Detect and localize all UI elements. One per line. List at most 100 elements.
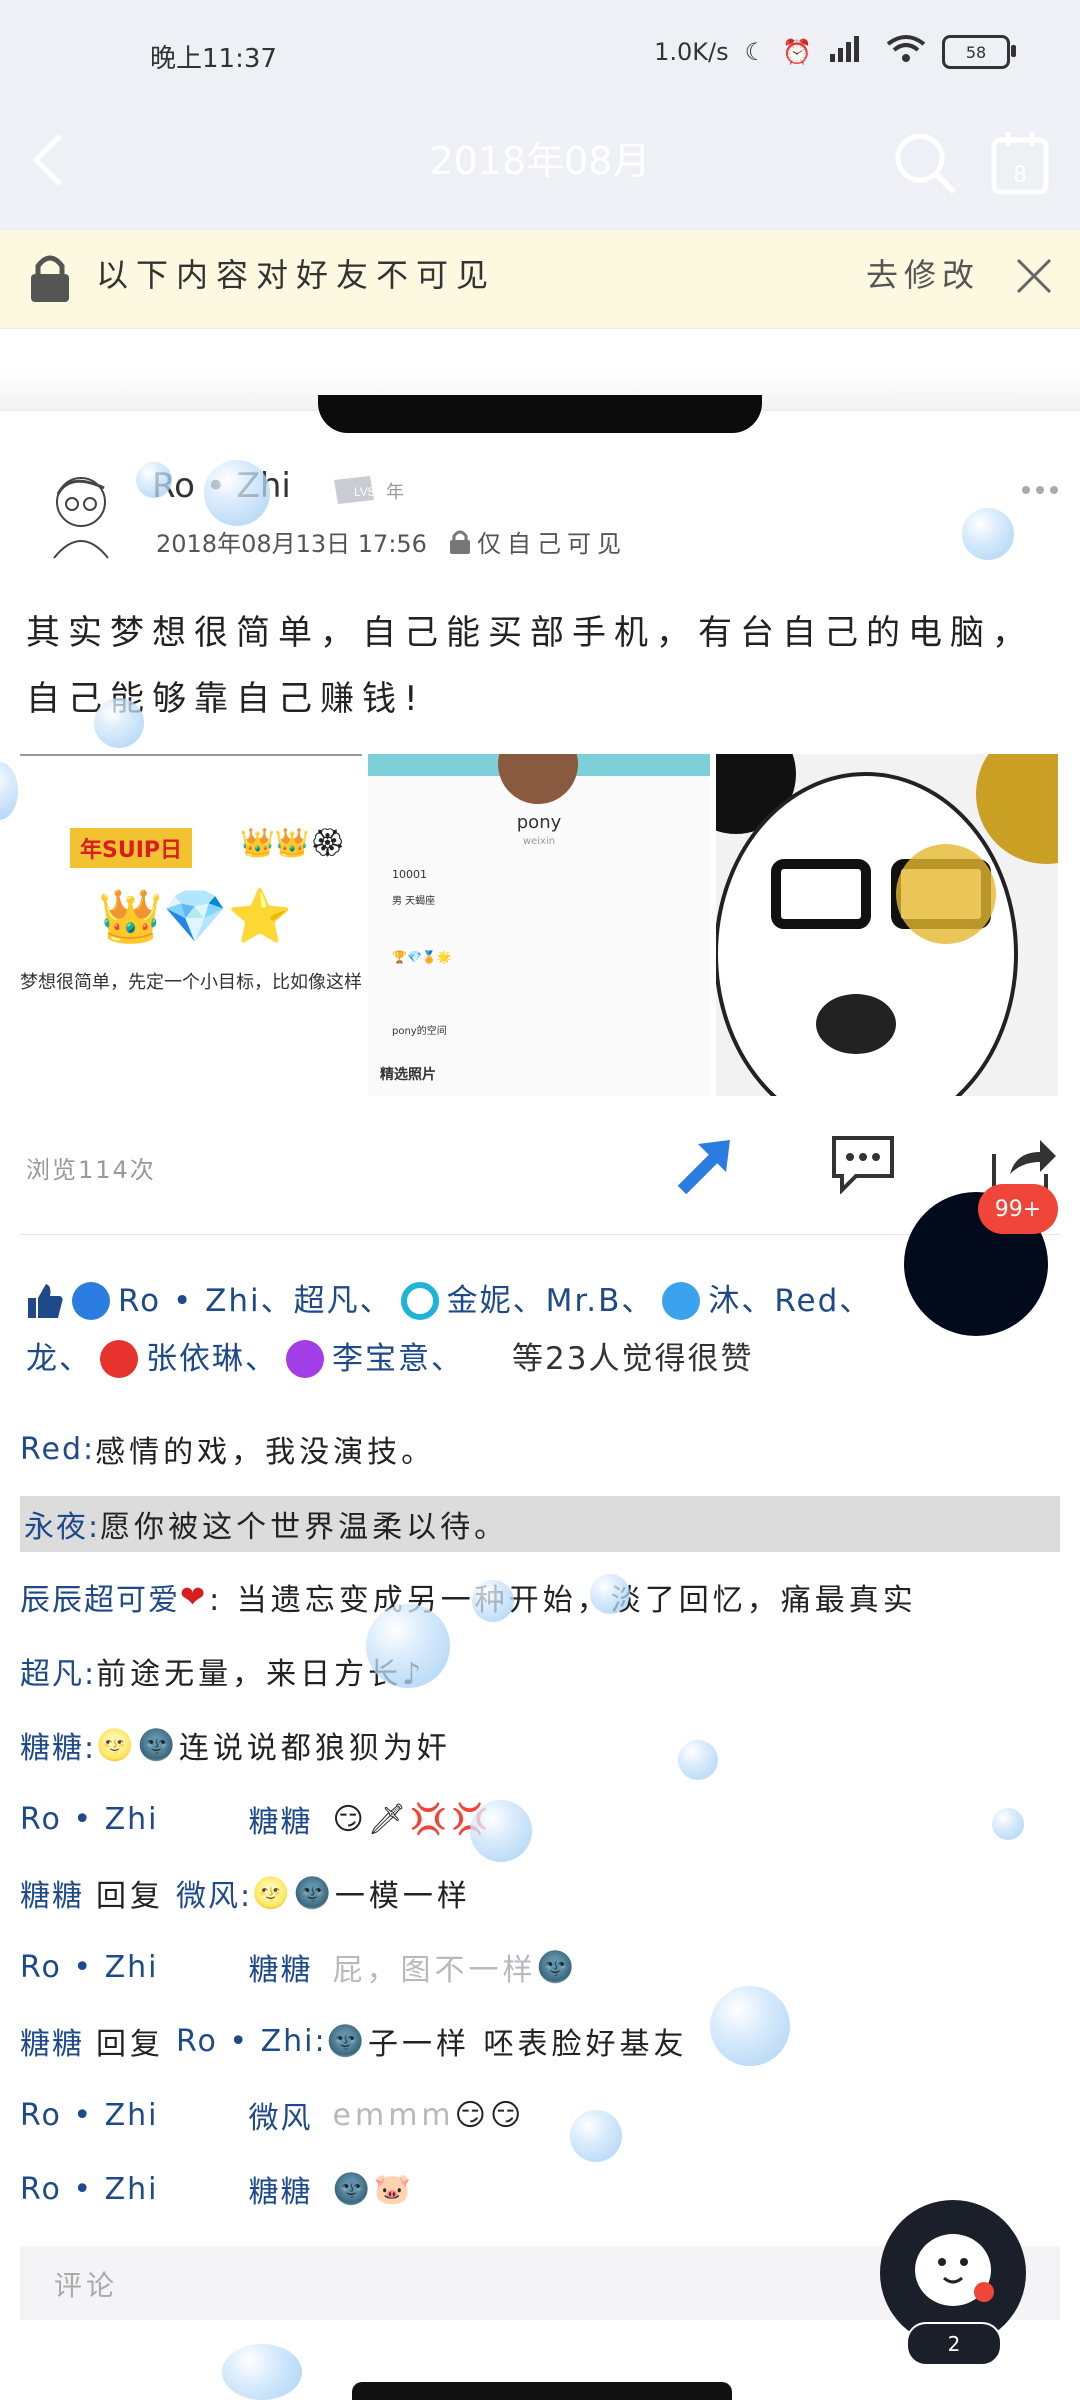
comment-author[interactable]: 超凡: xyxy=(20,1649,96,1693)
net-speed: 1.0K/s xyxy=(654,38,729,66)
phone-bottom-decoration xyxy=(352,2382,732,2400)
reply-label: 回复 xyxy=(96,2027,164,2062)
heart-icon: ❤ xyxy=(180,1579,210,1615)
search-icon[interactable] xyxy=(890,128,960,198)
comment-row[interactable]: Ro • Zhi 糖糖 😏🗡💢💢 xyxy=(20,1782,1060,1856)
profile-sub: weixin xyxy=(522,836,556,847)
level-badge: LV5 年 xyxy=(334,476,404,504)
bubble-decoration xyxy=(470,1800,532,1862)
wifi-icon xyxy=(886,34,926,70)
profile-name: pony xyxy=(516,812,562,833)
battery-level: 58 xyxy=(965,42,987,62)
close-icon[interactable] xyxy=(1012,254,1056,298)
level-suffix: 年 xyxy=(386,482,404,503)
signal-icon xyxy=(828,34,870,70)
comment-author[interactable]: 糖糖 xyxy=(20,1871,84,1915)
liker-names-a[interactable]: Ro • Zhi、超凡、 xyxy=(118,1272,393,1330)
comment-text: 感情的戏，我没演技。 xyxy=(95,1435,436,1470)
bubble-decoration xyxy=(992,1808,1024,1840)
phone-notch-decoration xyxy=(318,395,762,433)
post-image-3[interactable] xyxy=(716,754,1058,1096)
comment-row-highlighted[interactable]: 永夜: 愿你被这个世界温柔以待。 xyxy=(20,1496,1060,1552)
status-time: 晚上11:37 xyxy=(150,44,277,74)
comment-target[interactable]: 微风 xyxy=(249,2093,313,2137)
comment-author[interactable]: Ro • Zhi xyxy=(20,1802,159,1837)
comment-target[interactable]: 糖糖 xyxy=(249,1945,313,1989)
comment-placeholder: 评论 xyxy=(54,2269,119,2302)
comment-row[interactable]: 糖糖: 🌝🌚 连说说都狼狈为奸 xyxy=(20,1708,1060,1782)
emoji-icons: 😏🗡💢💢 xyxy=(332,1801,493,1837)
comment-text: 子一样 呸表脸好基友 xyxy=(368,2027,688,2062)
bubble-decoration xyxy=(222,2344,302,2400)
liker-names-b[interactable]: 金妮、Mr.B、 xyxy=(447,1272,655,1330)
alarm-icon: ⏰ xyxy=(782,38,812,66)
comment-target[interactable]: Ro • Zhi: xyxy=(176,2024,327,2059)
crown-icons: 👑👑🏵 xyxy=(240,826,346,859)
liker-names-c[interactable]: 沐、Red、 xyxy=(708,1272,872,1330)
avatar[interactable] xyxy=(40,468,122,560)
likes-summary: 等23人觉得很赞 xyxy=(512,1341,754,1377)
bubble-decoration xyxy=(94,698,144,748)
comment-author[interactable]: 永夜: xyxy=(24,1502,100,1546)
bubble-decoration xyxy=(0,762,18,820)
comment-target[interactable]: 微风: xyxy=(176,1871,252,1915)
comment-row[interactable]: Ro • Zhi 糖糖 屁，图不一样 🌚 xyxy=(20,1930,1060,2004)
calendar-icon[interactable]: 8 xyxy=(990,128,1050,198)
liker-name-zhang[interactable]: 张依琳、 xyxy=(146,1330,278,1388)
emoji-icons: 😏😏 xyxy=(454,2097,526,2133)
comment-row[interactable]: Ro • Zhi 微风 emmm 😏😏 xyxy=(20,2078,1060,2152)
emoji-icons: 🌚🐷 xyxy=(332,2171,416,2207)
comment-row[interactable]: 糖糖 回复 微风: 🌝🌚 一模一样 xyxy=(20,1856,1060,1930)
comment-text: 屁，图不一样 xyxy=(332,1953,537,1988)
comment-text: emmm xyxy=(332,2097,455,2133)
privacy-label: 仅自己可见 xyxy=(449,524,627,559)
comment-author[interactable]: 辰辰超可爱 xyxy=(20,1575,180,1619)
rocket-avatar-icon xyxy=(662,1282,701,1320)
comment-author[interactable]: 糖糖: xyxy=(20,1723,96,1767)
ring-avatar-icon xyxy=(400,1282,439,1320)
moon-icon: ☾ xyxy=(744,38,767,66)
comment-author[interactable]: Ro • Zhi xyxy=(20,2172,159,2207)
emoji-icons: 🌚 xyxy=(536,1949,578,1985)
image1-caption: 梦想很简单，先定一个小目标，比如像这样 xyxy=(20,972,362,993)
bubble-decoration xyxy=(710,1986,790,2066)
comment-text: 愿你被这个世界温柔以待。 xyxy=(100,1510,509,1545)
comments-list: Red: 感情的戏，我没演技。 永夜: 愿你被这个世界温柔以待。 辰辰超可爱 ❤… xyxy=(20,1412,1060,2226)
comment-row[interactable]: 糖糖 回复 Ro • Zhi: 🌚 子一样 呸表脸好基友 xyxy=(20,2004,1060,2078)
comment-text: 一模一样 xyxy=(334,1879,471,1914)
comment-row[interactable]: 超凡: 前途无量，来日方长♪ xyxy=(20,1634,1060,1708)
share-arrow-icon[interactable] xyxy=(676,1136,734,1194)
notice-text: 以下内容对好友不可见 xyxy=(96,256,497,294)
status-bar: 晚上11:37 1.0K/s ☾ ⏰ 58 xyxy=(0,0,1080,110)
comment-author[interactable]: Red: xyxy=(20,1432,95,1467)
comment-text: : 当遗忘变成另一种开始，淡了回忆，痛最真实 xyxy=(209,1583,917,1618)
status-icons: 1.0K/s ☾ ⏰ 58 xyxy=(654,34,1016,70)
bottle-avatar-icon xyxy=(286,1340,324,1378)
more-options-icon[interactable] xyxy=(1020,484,1060,496)
comment-author[interactable]: Ro • Zhi xyxy=(20,1950,159,1985)
post-datetime: 2018年08月13日 17:56 xyxy=(156,530,427,558)
bubble-decoration xyxy=(570,2110,622,2162)
likes-row-2: 龙、 张依琳、 李宝意、 等23人觉得很赞 xyxy=(26,1330,1066,1388)
bubble-decoration xyxy=(366,1604,450,1688)
comment-text: 连说说都狼狈为奸 xyxy=(178,1731,451,1766)
level-gem-icons: 👑💎⭐ xyxy=(98,887,293,947)
post-meta: 2018年08月13日 17:56 仅自己可见 xyxy=(156,524,627,559)
comment-target[interactable]: 糖糖 xyxy=(249,2167,313,2211)
comment-target[interactable]: 糖糖 xyxy=(249,1797,313,1841)
comment-author[interactable]: 糖糖 xyxy=(20,2019,84,2063)
comment-author[interactable]: Ro • Zhi xyxy=(20,2098,159,2133)
comment-row[interactable]: Red: 感情的戏，我没演技。 xyxy=(20,1412,1060,1486)
post-image-2[interactable]: pony weixin 10001 男 天蝎座 🏆💎🏅🌟 pony的空间 精选照… xyxy=(368,754,710,1096)
profile-photos: 精选照片 xyxy=(380,1067,436,1083)
privacy-notice-banner: 以下内容对好友不可见 去修改 xyxy=(0,230,1080,329)
comment-icon[interactable] xyxy=(830,1134,896,1194)
bubble-decoration xyxy=(136,462,172,498)
liker-name-li[interactable]: 李宝意、 xyxy=(332,1330,464,1388)
modify-button[interactable]: 去修改 xyxy=(866,250,980,296)
battery-icon: 58 xyxy=(942,35,1016,69)
comment-row[interactable]: 辰辰超可爱 ❤ : 当遗忘变成另一种开始，淡了回忆，痛最真实 xyxy=(20,1560,1060,1634)
liker-name-long[interactable]: 龙、 xyxy=(26,1330,92,1388)
profile-badges: 🏆💎🏅🌟 xyxy=(392,950,452,964)
post-image-1[interactable]: 年SUIP日 👑👑🏵 👑💎⭐ 梦想很简单，先定一个小目标，比如像这样 xyxy=(20,754,362,1098)
